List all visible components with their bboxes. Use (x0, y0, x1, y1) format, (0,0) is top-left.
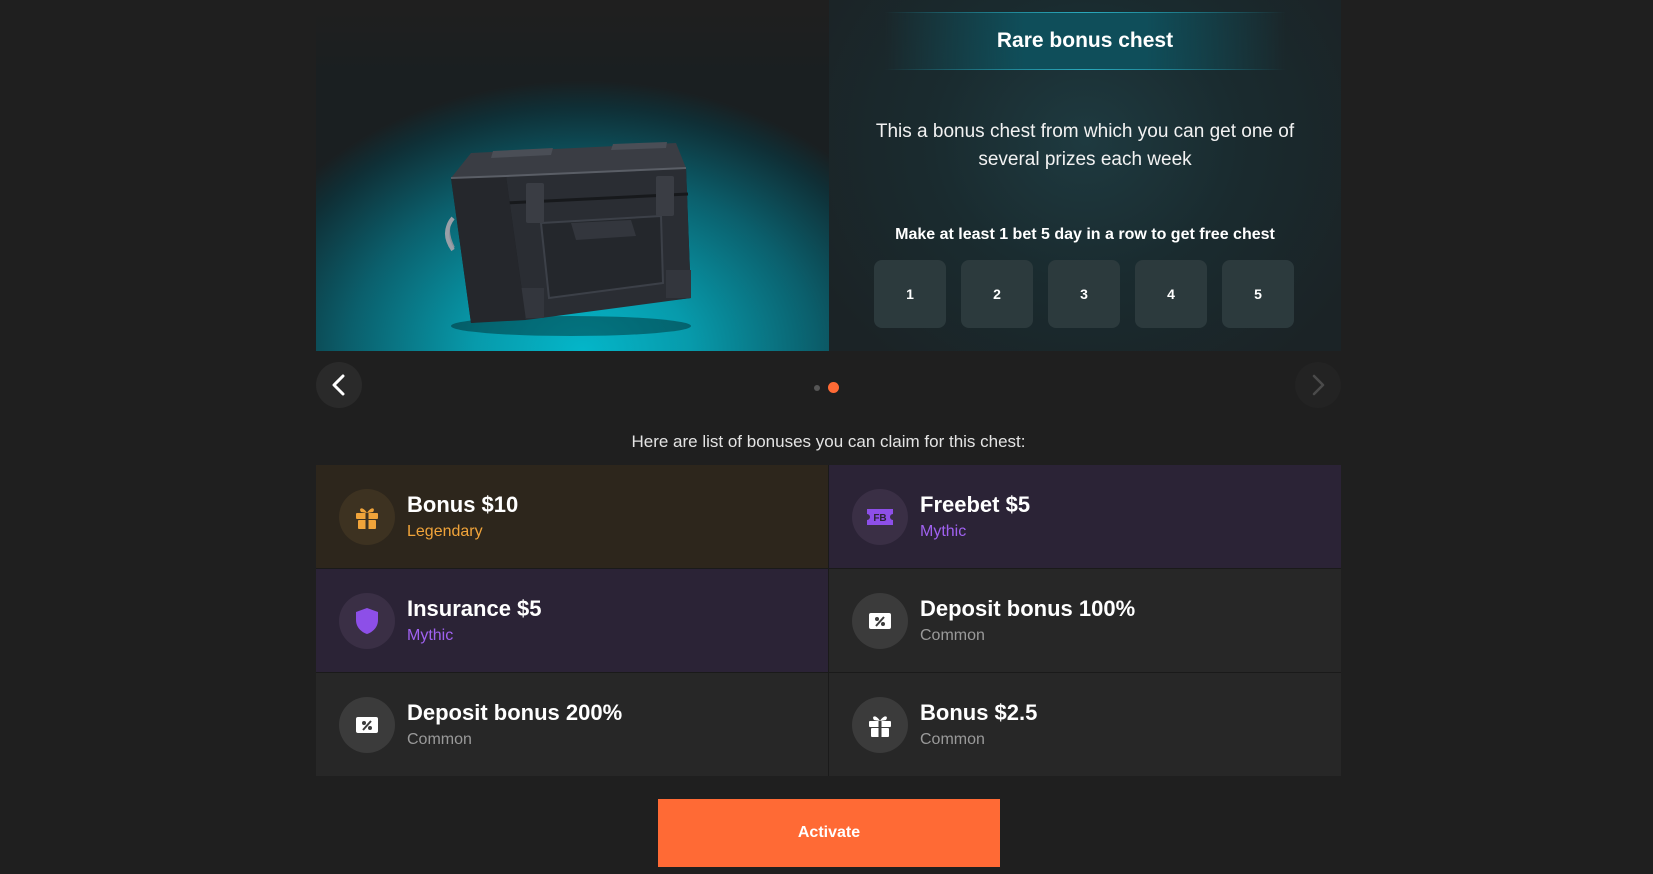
chest-banner: Rare bonus chest This a bonus chest from… (316, 0, 1341, 351)
freebet-icon: FB (867, 508, 893, 525)
chest-modal: Rare bonus chest This a bonus chest from… (316, 0, 1341, 874)
prev-slide-button[interactable] (316, 362, 362, 408)
bonus-list: Bonus $10 Legendary FB Freebet $5 Mythic (316, 465, 1341, 776)
bonus-card: Insurance $5 Mythic (316, 569, 828, 672)
carousel-dot-2[interactable] (828, 382, 839, 393)
svg-text:FB: FB (873, 513, 886, 524)
bonus-card: Deposit bonus 200% Common (316, 673, 828, 776)
bonus-card: Bonus $10 Legendary (316, 465, 828, 568)
bonus-list-heading: Here are list of bonuses you can claim f… (631, 432, 1026, 451)
day-box-3: 3 (1048, 260, 1120, 328)
shield-icon (356, 607, 378, 634)
chevron-left-icon (332, 374, 345, 396)
bonus-name: Deposit bonus 200% (407, 700, 623, 725)
streak-rule: Make at least 1 bet 5 day in a row to ge… (895, 226, 1275, 243)
bonus-name: Deposit bonus 100% (920, 596, 1136, 621)
carousel-dot-1[interactable] (814, 384, 820, 391)
gift-icon (356, 507, 378, 529)
bonus-card: Deposit bonus 100% Common (829, 569, 1341, 672)
day-streak: 1 2 3 4 5 (874, 260, 1294, 328)
bonus-rarity: Common (920, 627, 985, 644)
chest-description: This a bonus chest from which you can ge… (875, 121, 1295, 170)
chevron-right-icon (1312, 374, 1325, 396)
chest-image (445, 142, 691, 336)
bonus-rarity: Legendary (407, 523, 483, 540)
bonus-card: Bonus $2.5 Common (829, 673, 1341, 776)
bonus-rarity: Common (407, 731, 472, 748)
bonus-name: Freebet $5 (920, 492, 1031, 517)
bonus-card: FB Freebet $5 Mythic (829, 465, 1341, 568)
carousel-dots (814, 382, 839, 393)
day-box-5: 5 (1222, 260, 1294, 328)
activate-button[interactable]: Activate (658, 799, 1000, 867)
bonus-name: Bonus $2.5 (920, 700, 1038, 725)
bonus-name: Bonus $10 (407, 492, 519, 517)
day-box-1: 1 (874, 260, 946, 328)
percent-ticket-icon (869, 612, 891, 629)
chest-image-panel (316, 13, 829, 351)
chest-info-panel: Rare bonus chest This a bonus chest from… (829, 0, 1341, 351)
percent-ticket-icon (356, 716, 378, 733)
next-slide-button[interactable] (1295, 362, 1341, 408)
bonus-rarity: Common (920, 731, 985, 748)
chest-title: Rare bonus chest (885, 12, 1285, 70)
day-box-2: 2 (961, 260, 1033, 328)
day-box-4: 4 (1135, 260, 1207, 328)
gift-icon (869, 715, 891, 737)
bonus-rarity: Mythic (407, 627, 454, 644)
bonus-rarity: Mythic (920, 523, 967, 540)
bonus-name: Insurance $5 (407, 596, 542, 621)
